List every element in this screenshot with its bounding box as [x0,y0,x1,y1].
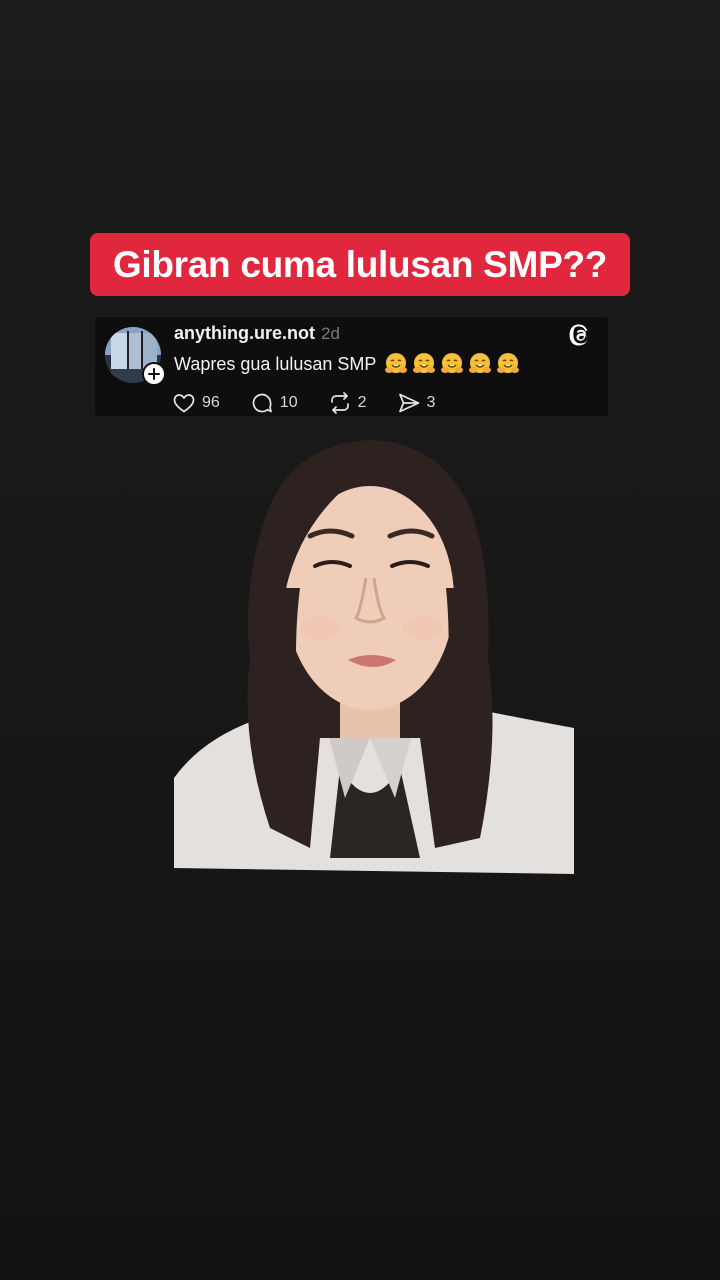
repost-icon [330,392,349,414]
hugging-face-emoji-icon [385,353,408,373]
comment-icon [252,393,272,413]
send-icon [398,393,419,413]
repost-button[interactable]: 2 [328,391,367,415]
heart-icon [173,394,195,413]
share-count: 3 [426,394,436,411]
emoji-group [384,352,520,376]
caption-banner: Gibran cuma lulusan SMP?? [90,233,630,296]
threads-icon [569,324,588,346]
reply-button[interactable]: 10 [250,391,298,415]
post-time: 2d [321,324,340,343]
like-count: 96 [202,394,220,411]
follow-plus-icon[interactable] [142,362,166,386]
hugging-face-emoji-icon [469,353,492,373]
person-cutout [174,440,574,874]
share-button[interactable]: 3 [397,391,436,415]
repost-count: 2 [357,394,367,411]
hugging-face-emoji-icon [497,353,520,373]
post-header: anything.ure.not 2d [174,323,340,344]
post-text: Wapres gua lulusan SMP [174,353,377,374]
like-button[interactable]: 96 [172,391,220,415]
post-actions: 96 10 2 3 [172,391,465,415]
caption-text: Gibran cuma lulusan SMP?? [112,243,608,285]
threads-post-card: anything.ure.not 2d Wapres gua lulusan S… [95,317,608,416]
post-body: Wapres gua lulusan SMP [174,352,520,376]
hugging-face-emoji-icon [413,353,436,373]
username[interactable]: anything.ure.not [174,323,315,344]
hugging-face-emoji-icon [441,353,464,373]
reply-count: 10 [279,394,298,411]
